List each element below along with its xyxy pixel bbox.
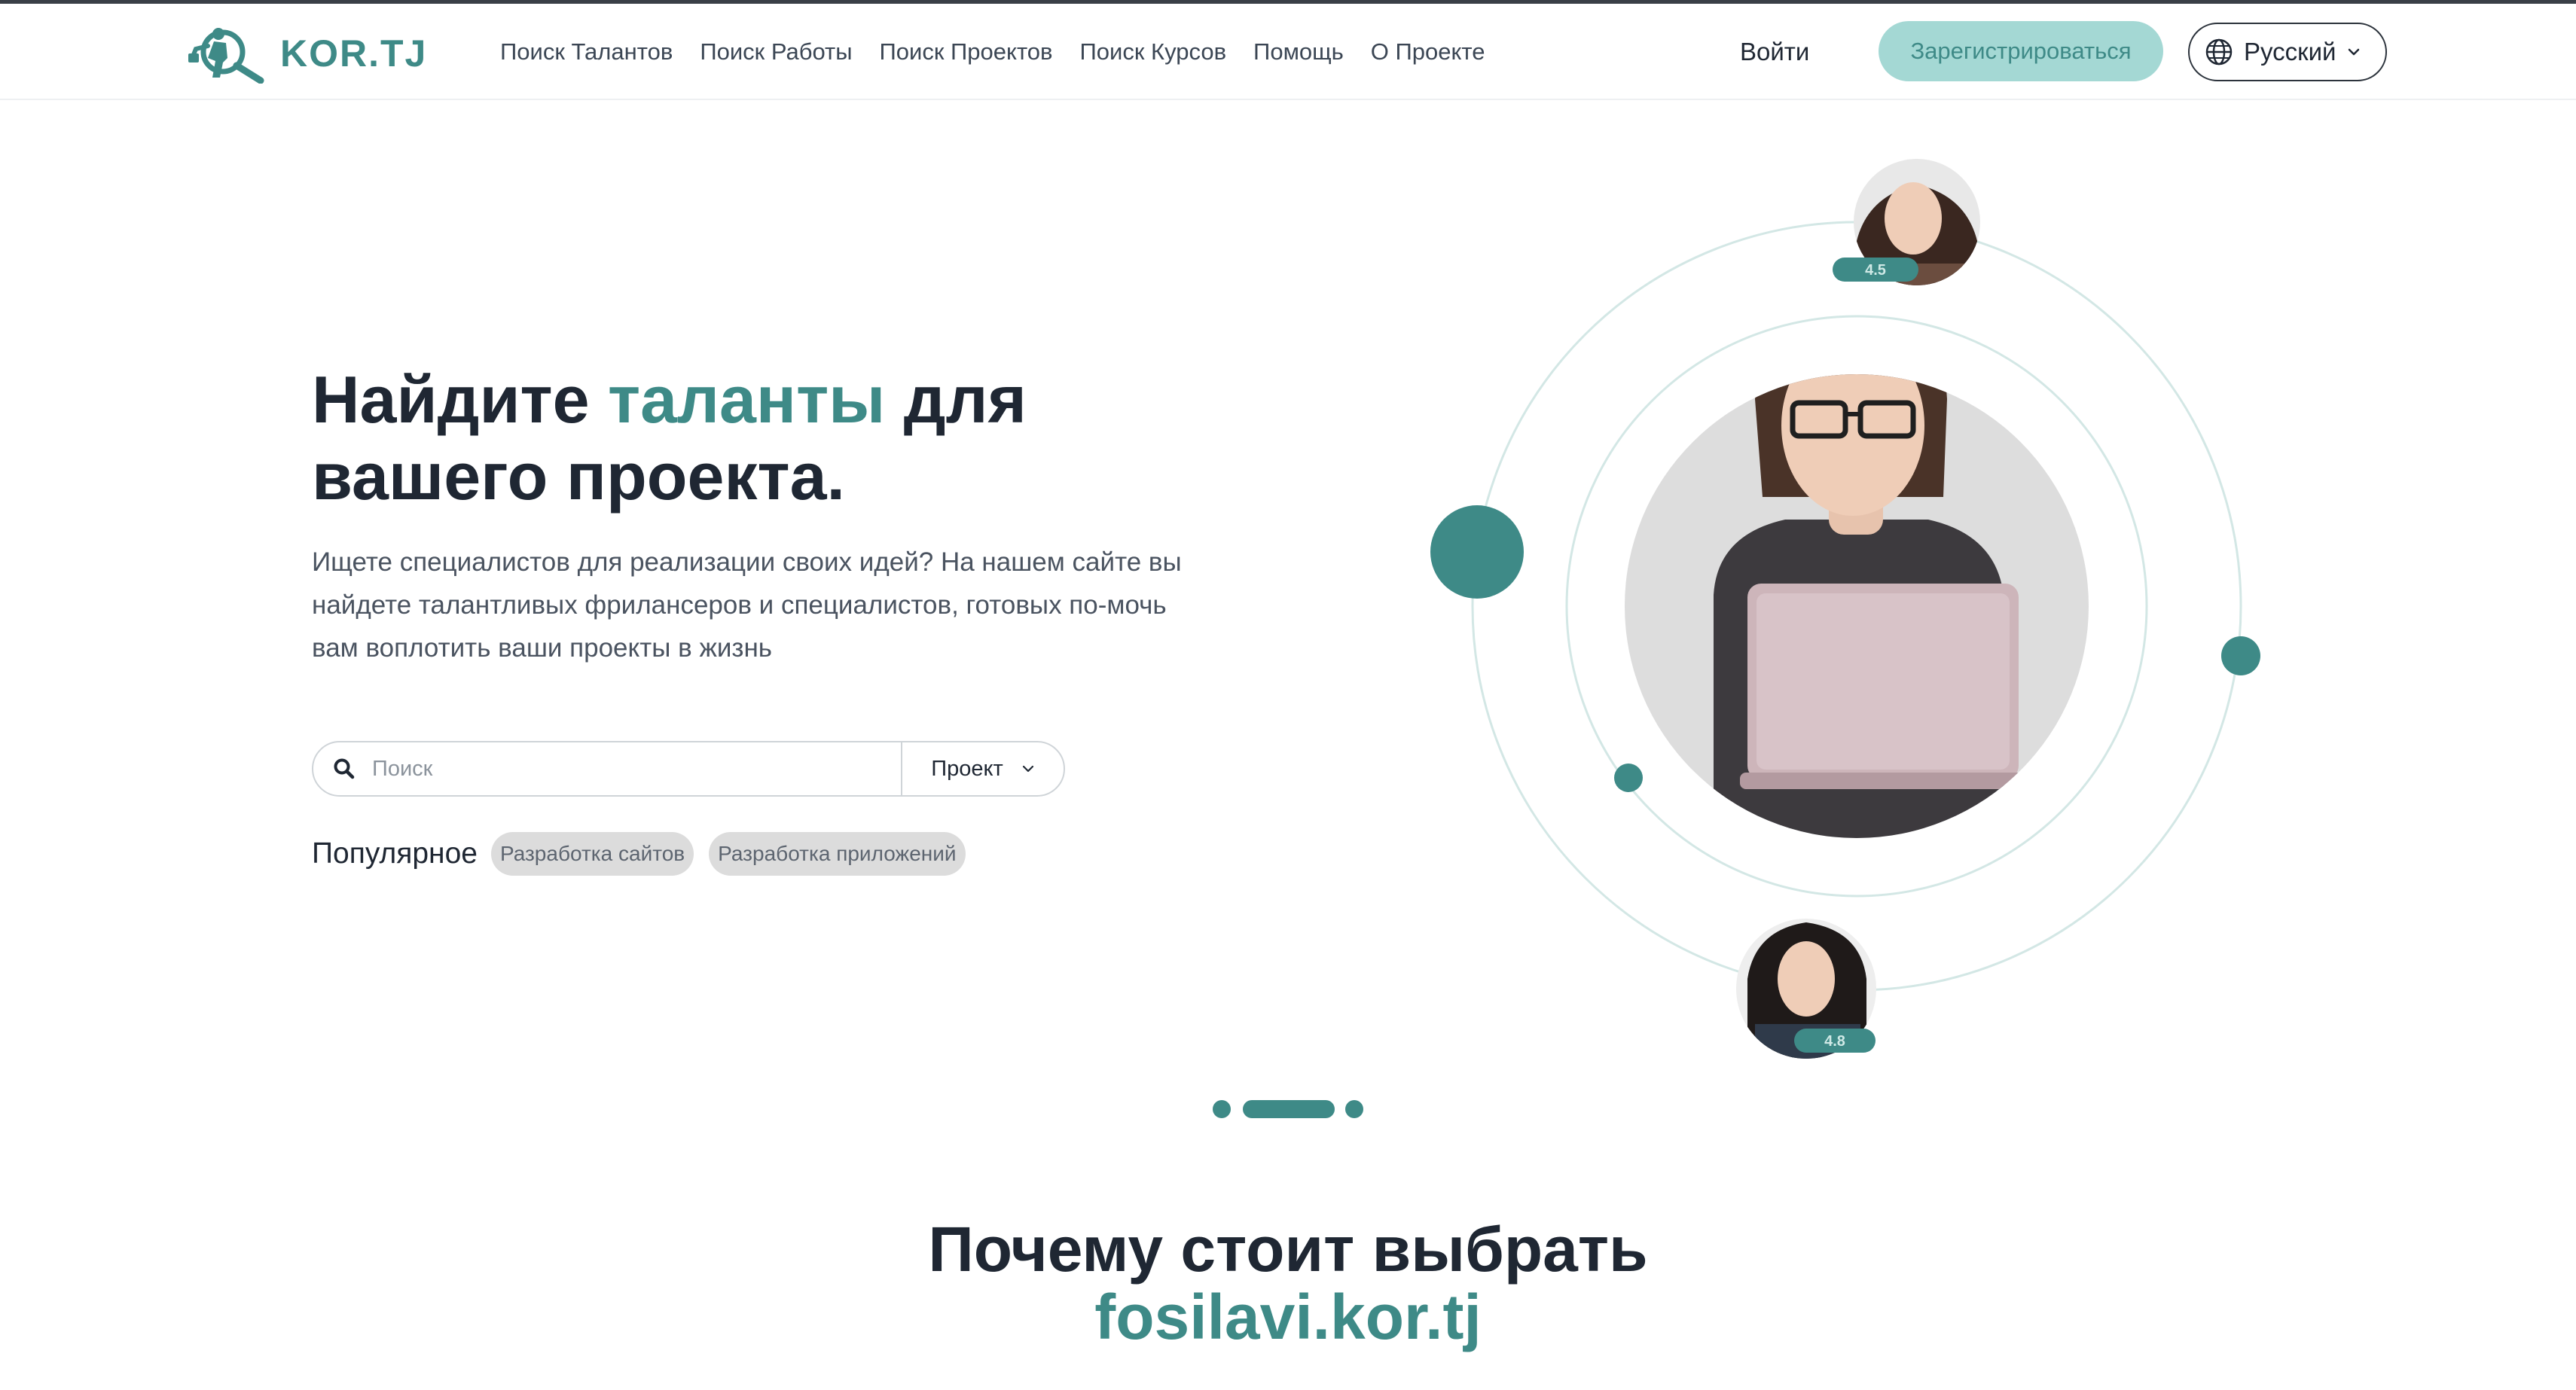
logo-text: KOR.TJ [280, 32, 428, 75]
decorative-dot-right [2221, 636, 2260, 675]
why-title: Почему стоит выбрать [928, 1214, 1648, 1285]
rating-badge-top: 4.5 [1865, 262, 1886, 279]
tag-web-development[interactable]: Разработка сайтов [490, 832, 694, 876]
nav-item-about[interactable]: О Проекте [1371, 37, 1485, 67]
language-selector[interactable]: Русский [2188, 23, 2387, 81]
hero-title-part1: Найдите [312, 362, 609, 437]
hero-title-part2: для [885, 362, 1027, 437]
nav-item-find-jobs[interactable]: Поиск Работы [700, 37, 852, 67]
search-icon [334, 758, 355, 779]
main-nav: Поиск Талантов Поиск Работы Поиск Проект… [500, 37, 1512, 67]
site-logo[interactable]: KOR.TJ [185, 23, 427, 84]
hero-title-accent: таланты [608, 362, 886, 437]
popular-tags: Популярное Разработка сайтов Разработка … [312, 831, 981, 876]
search-input[interactable] [372, 746, 869, 791]
carousel-indicators [1213, 1100, 1363, 1118]
hero-title-line2: вашего проекта. [312, 439, 845, 514]
login-link[interactable]: Войти [1740, 37, 1809, 67]
talent-avatar-top: 4.5 [1833, 159, 1980, 285]
logo-figure-icon [188, 28, 264, 84]
search-bar: Проект [312, 741, 1065, 797]
rating-badge-bottom: 4.8 [1824, 1033, 1845, 1050]
carousel-dot-2-active[interactable] [1243, 1100, 1335, 1118]
chevron-down-icon [2349, 48, 2360, 56]
nav-item-find-talents[interactable]: Поиск Талантов [500, 37, 673, 67]
hero-title: Найдите таланты для вашего проекта. [312, 361, 1216, 515]
hero-illustration: 4.5 4.8 [1416, 143, 2290, 1077]
nav-item-help[interactable]: Помощь [1253, 37, 1344, 67]
decorative-dot-large [1430, 505, 1524, 599]
globe-icon [2205, 38, 2233, 66]
popular-label: Популярное [312, 837, 478, 870]
register-button[interactable]: Зарегистрироваться [1879, 21, 2163, 81]
why-choose-section: Почему стоит выбрать fosilavi.kor.tj [0, 1215, 2576, 1351]
nav-item-find-courses[interactable]: Поиск Курсов [1080, 37, 1227, 67]
tag-app-development[interactable]: Разработка приложений [709, 832, 966, 876]
main-portrait-avatar [1625, 374, 2089, 838]
nav-item-find-projects[interactable]: Поиск Проектов [880, 37, 1053, 67]
why-domain: fosilavi.kor.tj [1094, 1282, 1482, 1352]
decorative-dot-small [1614, 764, 1643, 792]
talent-avatar-bottom: 4.8 [1736, 919, 1876, 1059]
language-label: Русский [2244, 38, 2336, 66]
carousel-dot-3[interactable] [1345, 1100, 1363, 1118]
hero-description: Ищете специалистов для реализации своих … [312, 547, 1182, 663]
carousel-dot-1[interactable] [1213, 1100, 1231, 1118]
chevron-down-icon [1022, 765, 1033, 773]
search-type-label: Проект [931, 756, 1003, 781]
site-header: KOR.TJ Поиск Талантов Поиск Работы Поиск… [0, 4, 2576, 100]
search-type-select[interactable]: Проект [902, 742, 1064, 795]
